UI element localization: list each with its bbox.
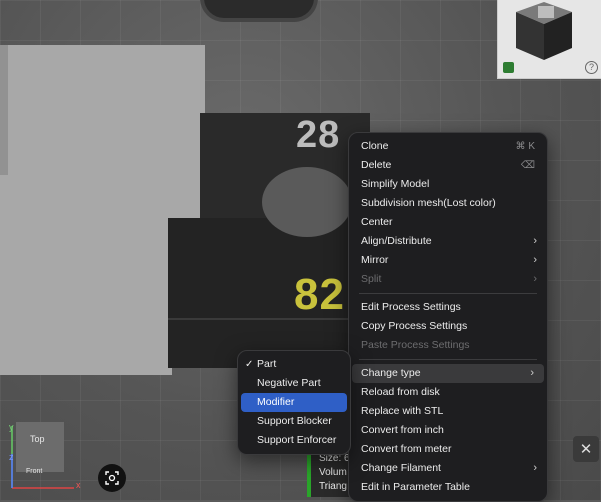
- screenshot-button[interactable]: [98, 464, 126, 492]
- menu-item-delete[interactable]: Delete ⌫: [349, 156, 547, 175]
- menu-item-split: Split ›: [349, 270, 547, 289]
- submenu-item-support-blocker[interactable]: Support Blocker: [238, 412, 350, 431]
- submenu-item-label: Part: [257, 358, 277, 370]
- screenshot-icon: [105, 471, 119, 485]
- menu-item-label: Subdivision mesh(Lost color): [361, 197, 496, 209]
- axis-z-label: z: [9, 452, 14, 462]
- menu-separator: [359, 293, 537, 294]
- embossed-number-top: 28: [296, 114, 341, 156]
- submenu-item-part[interactable]: ✓ Part: [238, 355, 350, 374]
- menu-item-label: Mirror: [361, 254, 389, 266]
- menu-item-label: Copy Process Settings: [361, 320, 468, 332]
- menu-item-shortcut: ⌫: [520, 160, 535, 171]
- submenu-item-label: Support Blocker: [257, 415, 332, 427]
- checkmark-icon: ✓: [245, 359, 254, 370]
- menu-item-label: Replace with STL: [361, 405, 444, 417]
- menu-item-label: Reload from disk: [361, 386, 440, 398]
- cube-icon[interactable]: [503, 62, 514, 73]
- model-hole: [262, 167, 352, 237]
- menu-item-change-type[interactable]: Change type ›: [352, 364, 544, 383]
- menu-item-label: Edit Process Settings: [361, 301, 461, 313]
- menu-item-copy-process-settings[interactable]: Copy Process Settings: [349, 317, 547, 336]
- embossed-number-bottom: 82: [294, 270, 345, 319]
- menu-item-label: Paste Process Settings: [361, 339, 470, 351]
- change-type-submenu: ✓ Part Negative Part Modifier Support Blocke…: [237, 350, 351, 455]
- menu-item-label: Simplify Model: [361, 178, 430, 190]
- help-icon[interactable]: ?: [585, 61, 598, 74]
- submenu-item-support-enforcer[interactable]: Support Enforcer: [238, 431, 350, 450]
- chevron-right-icon: ›: [533, 462, 537, 474]
- menu-item-center[interactable]: Center: [349, 213, 547, 232]
- menu-item-mirror[interactable]: Mirror ›: [349, 251, 547, 270]
- menu-item-label: Convert from inch: [361, 424, 444, 436]
- axis-x-label: x: [76, 480, 81, 490]
- context-menu: Clone ⌘ K Delete ⌫ Simplify Model Subdivision…: [348, 132, 548, 502]
- axis-gizmo: [11, 426, 74, 489]
- menu-item-change-filament[interactable]: Change Filament ›: [349, 459, 547, 478]
- submenu-item-negative-part[interactable]: Negative Part: [238, 374, 350, 393]
- close-icon: ✕: [579, 441, 593, 458]
- menu-item-label: Change Filament: [361, 462, 441, 474]
- submenu-item-label: Modifier: [257, 396, 295, 408]
- menu-item-label: Edit in Parameter Table: [361, 481, 470, 493]
- menu-item-clone[interactable]: Clone ⌘ K: [349, 137, 547, 156]
- menu-item-shortcut: ⌘ K: [515, 141, 535, 152]
- chevron-right-icon: ›: [530, 367, 534, 379]
- menu-separator: [359, 359, 537, 360]
- menu-item-align-distribute[interactable]: Align/Distribute ›: [349, 232, 547, 251]
- white-model-edge: [0, 45, 8, 175]
- menu-item-label: Split: [361, 273, 382, 285]
- menu-item-convert-from-meter[interactable]: Convert from meter: [349, 440, 547, 459]
- menu-item-label: Delete: [361, 159, 392, 171]
- menu-item-paste-process-settings: Paste Process Settings: [349, 336, 547, 355]
- menu-item-label: Center: [361, 216, 393, 228]
- menu-item-edit-process-settings[interactable]: Edit Process Settings: [349, 298, 547, 317]
- top-object: [200, 0, 318, 22]
- menu-item-label: Convert from meter: [361, 443, 452, 455]
- menu-item-label: Change type: [361, 367, 421, 379]
- menu-item-label: Align/Distribute: [361, 235, 432, 247]
- menu-item-simplify-model[interactable]: Simplify Model: [349, 175, 547, 194]
- chevron-right-icon: ›: [533, 235, 537, 247]
- chevron-right-icon: ›: [533, 254, 537, 266]
- menu-item-label: Clone: [361, 140, 389, 152]
- submenu-item-label: Negative Part: [257, 377, 321, 389]
- menu-item-edit-in-parameter-table[interactable]: Edit in Parameter Table: [349, 478, 547, 497]
- submenu-item-label: Support Enforcer: [257, 434, 337, 446]
- white-model-lower: [0, 175, 172, 375]
- preview-thumbnail[interactable]: ?: [497, 0, 601, 79]
- menu-item-convert-from-inch[interactable]: Convert from inch: [349, 421, 547, 440]
- menu-item-subdivision-mesh-lost-color[interactable]: Subdivision mesh(Lost color): [349, 194, 547, 213]
- axis-y-label: y: [9, 422, 14, 432]
- menu-item-reload-from-disk[interactable]: Reload from disk: [349, 383, 547, 402]
- menu-item-replace-with-stl[interactable]: Replace with STL: [349, 402, 547, 421]
- chevron-right-icon: ›: [533, 273, 537, 285]
- submenu-item-modifier[interactable]: Modifier: [241, 393, 347, 412]
- close-button[interactable]: ✕: [573, 436, 599, 462]
